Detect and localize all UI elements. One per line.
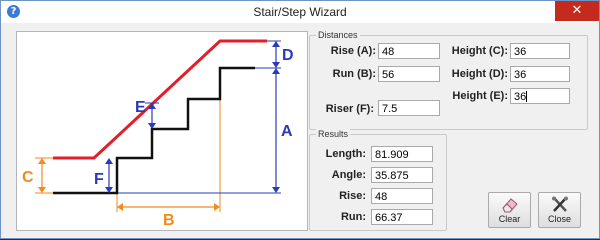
window-title: Stair/Step Wizard [253, 5, 347, 19]
angle-label: Angle: [331, 169, 366, 181]
result-rise-output: 48 [371, 188, 433, 204]
height-d-label: Height (D): [451, 68, 508, 80]
label-b: B [163, 212, 175, 229]
length-label: Length: [325, 148, 366, 160]
window-close-button[interactable]: ✕ [555, 1, 599, 21]
a-arrow-bottom [272, 187, 280, 193]
angle-output: 35.875 [371, 167, 433, 183]
height-c-input[interactable]: 36 [510, 43, 570, 59]
rise-input[interactable]: 48 [378, 43, 440, 59]
label-c: C [22, 169, 34, 186]
wizard-body: D A E F C B Distances Rise (A): 48 Run (… [7, 25, 593, 233]
d-arrow-top [272, 41, 280, 47]
d-arrow-bottom [272, 62, 280, 68]
eraser-icon [501, 198, 518, 213]
wizard-window: ? Stair/Step Wizard ✕ D A E F C B Distan… [0, 0, 600, 239]
results-group-title: Results [316, 128, 351, 140]
c-arrow-bottom [38, 187, 46, 193]
run-label: Run (B): [332, 68, 376, 80]
clear-button[interactable]: Clear [488, 192, 531, 228]
tools-icon [551, 196, 568, 212]
a-arrow-top [272, 68, 280, 74]
close-button-label: Close [547, 214, 571, 224]
rise-label: Rise (A): [330, 45, 376, 57]
run-input[interactable]: 56 [378, 66, 440, 82]
height-e-input[interactable]: 36 [510, 88, 570, 104]
c-arrow-top [38, 158, 46, 164]
height-e-label: Height (E): [452, 90, 508, 102]
label-e: E [135, 99, 146, 116]
height-c-label: Height (C): [451, 45, 508, 57]
stringer-line [53, 39, 267, 160]
height-d-input[interactable]: 36 [510, 66, 570, 82]
label-a: A [281, 123, 293, 140]
b-arrow-left [117, 203, 123, 211]
f-arrow-top [105, 158, 113, 164]
distances-group-title: Distances [316, 29, 360, 41]
stair-diagram: D A E F C B [16, 31, 308, 231]
result-run-output: 66.37 [371, 209, 433, 225]
length-output: 81.909 [371, 146, 433, 162]
clear-button-label: Clear [498, 214, 521, 224]
b-arrow-right [214, 203, 220, 211]
result-run-label: Run: [340, 211, 366, 223]
label-f: F [94, 171, 104, 188]
result-rise-label: Rise: [339, 190, 366, 202]
results-group: Results Length: 81.909 Angle: 35.875 Ris… [309, 128, 447, 231]
close-button[interactable]: Close [538, 192, 581, 228]
riser-input[interactable]: 7.5 [378, 100, 440, 116]
distances-group: Distances Rise (A): 48 Run (B): 56 Riser… [309, 29, 588, 130]
riser-label: Riser (F): [325, 103, 374, 115]
stair-profile [53, 66, 255, 195]
title-bar: ? Stair/Step Wizard ✕ [1, 1, 599, 23]
stair-diagram-svg: D A E F C B [22, 39, 294, 229]
label-d: D [282, 47, 294, 64]
